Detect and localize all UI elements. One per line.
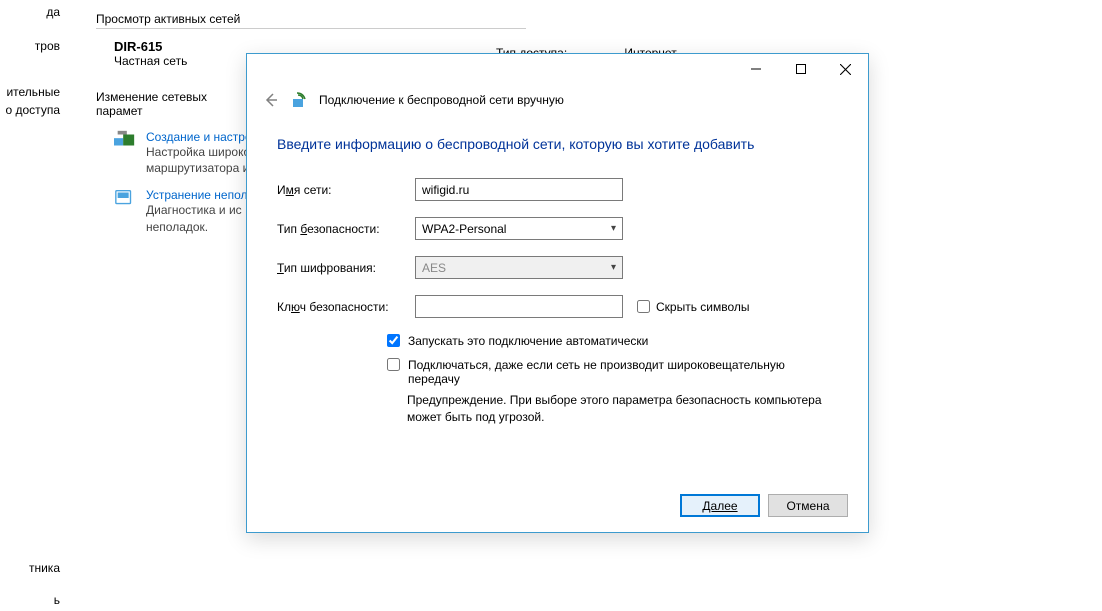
encryption-type-row: Тип шифрования: AES ▾ [277, 256, 838, 279]
security-type-label: Тип безопасности: [277, 222, 415, 236]
bottom-frag-1: тника [0, 557, 60, 579]
hide-symbols-label[interactable]: Скрыть символы [637, 300, 750, 314]
create-setup-desc1: Настройка широко [146, 144, 252, 160]
hide-symbols-text: Скрыть символы [656, 300, 750, 314]
troubleshoot-text: Устранение непол Диагностика и ис непола… [146, 188, 248, 234]
chevron-down-icon: ▾ [611, 262, 616, 273]
create-setup-link[interactable]: Создание и настро [146, 130, 252, 144]
change-params-heading: Изменение сетевых парамет [96, 90, 256, 120]
troubleshoot-link[interactable]: Устранение непол [146, 188, 248, 202]
back-button[interactable] [261, 90, 281, 110]
network-name: DIR-615 [114, 39, 796, 54]
create-setup-text: Создание и настро Настройка широко маршр… [146, 130, 252, 176]
encryption-type-label: Тип шифрования: [277, 261, 415, 275]
titlebar [247, 54, 868, 84]
security-type-select[interactable]: WPA2-Personal ▾ [415, 217, 623, 240]
next-button[interactable]: Далее [680, 494, 760, 517]
headline: Введите информацию о беспроводной сети, … [277, 136, 838, 152]
security-type-value: WPA2-Personal [422, 222, 506, 236]
security-key-label: Ключ безопасности: [277, 300, 415, 314]
security-key-row: Ключ безопасности: Скрыть символы [277, 295, 838, 318]
maximize-button[interactable] [778, 55, 823, 83]
frag-2: тров [0, 37, 60, 55]
dialog-header: Подключение к беспроводной сети вручную [247, 84, 868, 124]
chevron-down-icon: ▾ [611, 223, 616, 234]
network-name-label: Имя сети: [277, 183, 415, 197]
nav-fragment: да тров ительные о доступа [0, 0, 60, 119]
encryption-type-select: AES ▾ [415, 256, 623, 279]
troubleshoot-icon [114, 188, 136, 208]
security-type-row: Тип безопасности: WPA2-Personal ▾ [277, 217, 838, 240]
wireless-setup-dialog: Подключение к беспроводной сети вручную … [246, 53, 869, 533]
bottom-frag-2: ь [0, 589, 60, 611]
troubleshoot-desc2: неполадок. [146, 219, 248, 235]
dialog-footer: Далее Отмена [680, 494, 848, 517]
create-setup-desc2: маршрутизатора и [146, 160, 252, 176]
security-key-input[interactable] [415, 295, 623, 318]
bottom-nav-fragment: тника ь [0, 557, 60, 611]
cancel-button[interactable]: Отмена [768, 494, 848, 517]
minimize-button[interactable] [733, 55, 778, 83]
dialog-title: Подключение к беспроводной сети вручную [319, 93, 564, 107]
troubleshoot-desc1: Диагностика и ис [146, 202, 248, 218]
network-name-input[interactable] [415, 178, 623, 201]
broadcast-checkbox[interactable] [387, 358, 400, 371]
auto-start-label: Запускать это подключение автоматически [408, 334, 648, 348]
frag-3: ительные [0, 83, 60, 101]
hide-symbols-checkbox[interactable] [637, 300, 650, 313]
broadcast-label: Подключаться, даже если сеть не производ… [408, 358, 838, 386]
wireless-icon [291, 91, 309, 109]
close-button[interactable] [823, 55, 868, 83]
encryption-type-value: AES [422, 261, 446, 275]
network-name-row: Имя сети: [277, 178, 838, 201]
network-setup-icon [114, 130, 136, 150]
broadcast-block: Подключаться, даже если сеть не производ… [387, 358, 838, 426]
auto-start-row[interactable]: Запускать это подключение автоматически [387, 334, 838, 348]
dialog-body: Введите информацию о беспроводной сети, … [247, 124, 868, 436]
active-networks-heading: Просмотр активных сетей [96, 12, 526, 29]
broadcast-warning: Предупреждение. При выборе этого парамет… [407, 392, 838, 426]
frag-4: о доступа [0, 101, 60, 119]
auto-start-checkbox[interactable] [387, 334, 400, 347]
frag-1: да [0, 3, 60, 21]
